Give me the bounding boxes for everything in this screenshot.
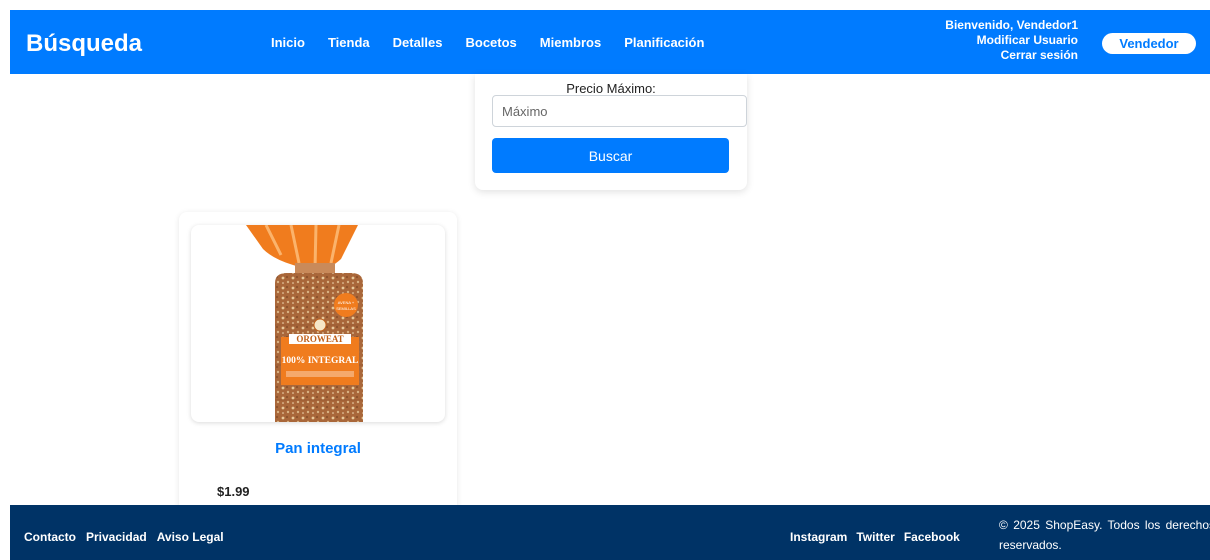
nav-link-detalles[interactable]: Detalles [393,35,443,51]
top-navbar: Búsqueda Inicio Tienda Detalles Bocetos … [10,10,1210,74]
nav-link-bocetos[interactable]: Bocetos [466,35,517,51]
bread-brand-text: OROWEAT [296,334,343,344]
modify-user-link[interactable]: Modificar Usuario [945,33,1078,48]
price-filter-panel: Precio Máximo: Buscar [475,74,747,190]
footer-link-privacidad[interactable]: Privacidad [86,530,147,544]
footer-link-aviso-legal[interactable]: Aviso Legal [157,530,224,544]
footer-link-contacto[interactable]: Contacto [24,530,76,544]
social-links: Instagram Twitter Facebook [790,530,960,544]
max-price-label: Precio Máximo: [566,81,656,96]
social-link-instagram[interactable]: Instagram [790,530,847,544]
copyright-text: © 2025 ShopEasy. Todos los derechos rese… [999,518,1210,552]
search-button[interactable]: Buscar [492,138,729,173]
product-image[interactable]: AVENA + SEMILLAS OROWEAT 100% INTEGRAL [191,225,445,422]
badge-line-2: SEMILLAS [336,306,356,311]
badge-line-1: AVENA + [338,300,355,305]
social-link-facebook[interactable]: Facebook [904,530,960,544]
user-menu: Bienvenido, Vendedor1 Modificar Usuario … [945,18,1078,63]
welcome-text: Bienvenido, Vendedor1 [945,18,1078,32]
product-price: $1.99 [217,484,250,499]
page-footer: Contacto Privacidad Aviso Legal Instagra… [10,505,1210,560]
role-button[interactable]: Vendedor [1102,33,1196,54]
bread-label-text: 100% INTEGRAL [282,356,359,366]
max-price-input[interactable] [492,95,747,127]
nav-link-planificacion[interactable]: Planificación [624,35,704,51]
nav-link-tienda[interactable]: Tienda [328,35,370,51]
bread-bag-illustration: AVENA + SEMILLAS OROWEAT 100% INTEGRAL [246,225,363,422]
product-card: AVENA + SEMILLAS OROWEAT 100% INTEGRAL P… [179,212,457,512]
nav-link-inicio[interactable]: Inicio [271,35,305,51]
logout-link[interactable]: Cerrar sesión [945,48,1078,63]
nav-link-miembros[interactable]: Miembros [540,35,601,51]
product-name[interactable]: Pan integral [179,440,457,457]
social-link-twitter[interactable]: Twitter [856,530,894,544]
page-title: Búsqueda [26,30,143,57]
main-nav: Inicio Tienda Detalles Bocetos Miembros … [271,35,704,51]
footer-links: Contacto Privacidad Aviso Legal [24,530,224,544]
